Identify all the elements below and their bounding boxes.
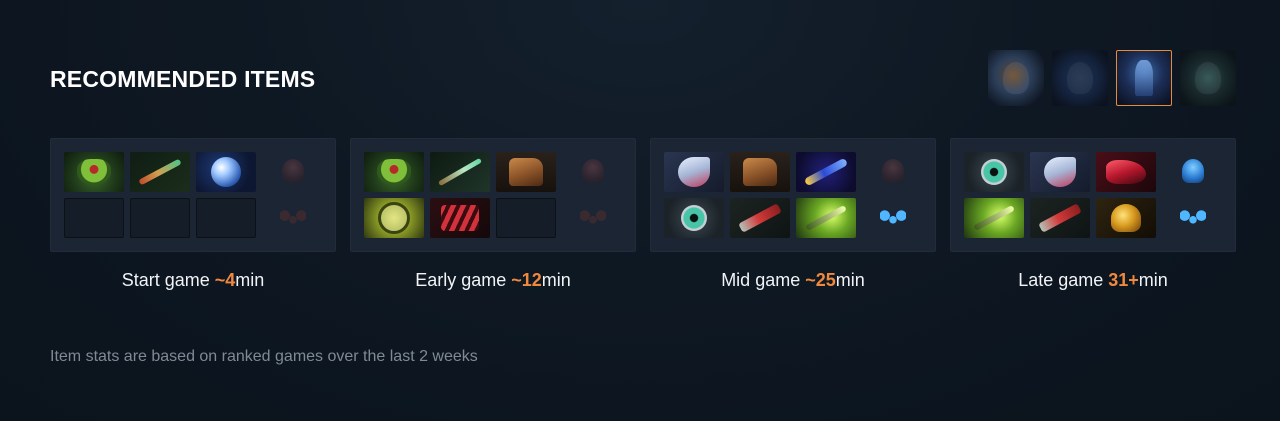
eye-skull-icon[interactable] (664, 198, 724, 238)
axe-icon[interactable] (664, 152, 724, 192)
phase-label: Early game ~12min (415, 270, 571, 290)
phase-mid-game: Mid game ~25min (650, 138, 936, 291)
neutral-enhancement-icon (578, 202, 608, 232)
hero-icon (1195, 62, 1221, 94)
magic-stick-icon[interactable] (130, 152, 190, 192)
phase-early-game: Early game ~12min (350, 138, 636, 291)
hero-icon (1067, 62, 1093, 94)
item-panel (950, 138, 1236, 252)
item-grid (664, 152, 856, 238)
empty-item-slot (196, 198, 256, 238)
phase-late-game: Late game 31+min (950, 138, 1236, 291)
neutral-tier-icon (1178, 156, 1208, 186)
phase-label: Mid game ~25min (721, 270, 865, 290)
neutral-tier-icon (578, 156, 608, 186)
section-title: RECOMMENDED ITEMS (50, 66, 316, 92)
spear-icon[interactable] (1030, 198, 1090, 238)
hero-portrait-3-selected[interactable] (1116, 50, 1172, 106)
phase-start-game: Start game ~4min (50, 138, 336, 291)
hero-selector (988, 50, 1236, 106)
boots-icon[interactable] (730, 152, 790, 192)
axe-icon[interactable] (1030, 152, 1090, 192)
dragon-lance-icon[interactable] (1096, 152, 1156, 192)
empty-item-slot (130, 198, 190, 238)
item-phases: Start game ~4min Early game ~12min Mid g… (50, 138, 1236, 291)
boots-icon[interactable] (496, 152, 556, 192)
spear-icon[interactable] (730, 198, 790, 238)
glowing-blade-icon[interactable] (796, 198, 856, 238)
golden-helm-icon[interactable] (1096, 198, 1156, 238)
aura-ring-icon[interactable] (364, 198, 424, 238)
magic-wand-icon[interactable] (430, 152, 490, 192)
glowing-blade-icon[interactable] (964, 198, 1024, 238)
wraith-band-icon[interactable] (64, 152, 124, 192)
item-grid (964, 152, 1156, 238)
item-panel (350, 138, 636, 252)
item-panel (650, 138, 936, 252)
eye-skull-icon[interactable] (964, 152, 1024, 192)
neutral-enhancement-icon (878, 202, 908, 232)
blue-orb-icon[interactable] (196, 152, 256, 192)
hero-portrait-4[interactable] (1180, 50, 1236, 106)
phase-label: Start game ~4min (121, 270, 265, 290)
neutral-tier-icon (878, 156, 908, 186)
hero-icon (1135, 60, 1153, 96)
hero-portrait-2[interactable] (1052, 50, 1108, 106)
hero-icon (1003, 62, 1029, 94)
neutral-enhancement-icon (278, 202, 308, 232)
item-grid (64, 152, 256, 238)
blue-dagger-icon[interactable] (796, 152, 856, 192)
item-panel (50, 138, 336, 252)
neutral-enhancement-icon (1178, 202, 1208, 232)
hero-portrait-1[interactable] (988, 50, 1044, 106)
red-claw-icon[interactable] (430, 198, 490, 238)
phase-label: Late game 31+min (1018, 270, 1168, 290)
wraith-band-icon[interactable] (364, 152, 424, 192)
footnote: Item stats are based on ranked games ove… (50, 348, 478, 365)
empty-item-slot (64, 198, 124, 238)
item-grid (364, 152, 556, 238)
empty-item-slot (496, 198, 556, 238)
neutral-tier-icon (278, 156, 308, 186)
